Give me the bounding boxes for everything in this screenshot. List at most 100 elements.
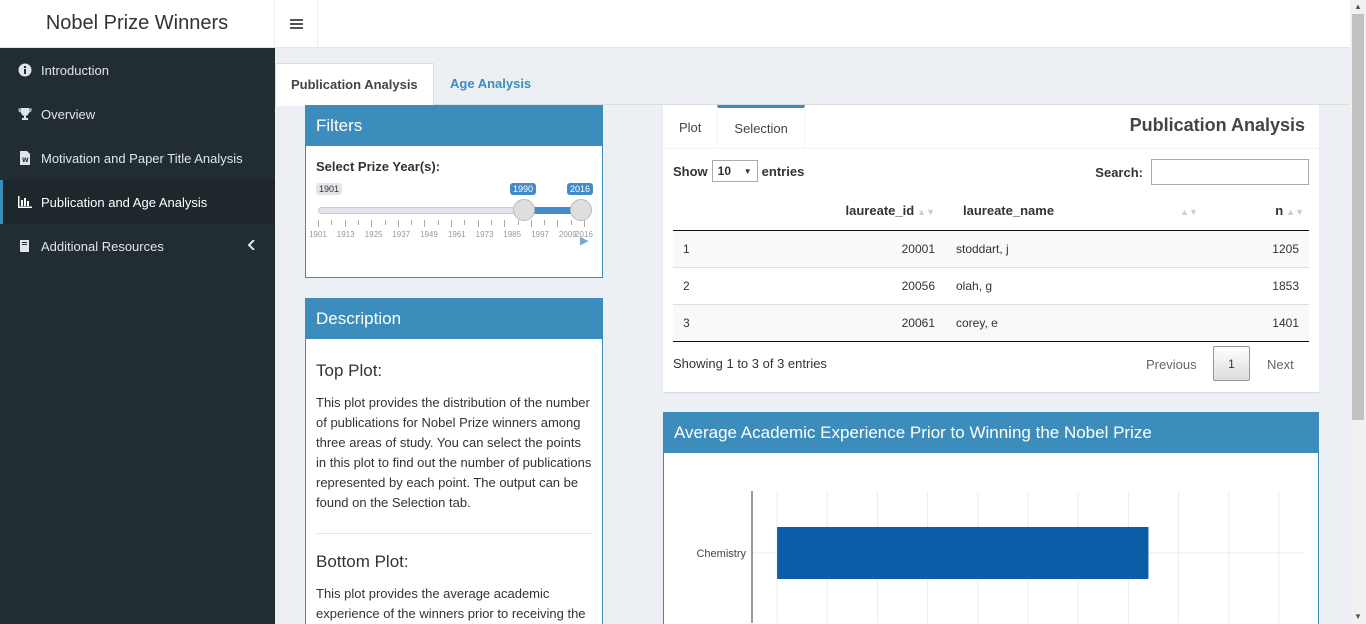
column-header-laureate-name[interactable]: laureate_name ▲▼ (953, 192, 1199, 231)
slider-tick-label: 1973 (475, 230, 494, 239)
search-input[interactable] (1151, 159, 1309, 185)
slider-tick (357, 220, 359, 225)
slider-tick (411, 220, 413, 225)
entries-select[interactable]: 10 ▼ (711, 160, 758, 182)
play-icon[interactable]: ▶ (580, 234, 588, 247)
table-cell: 2 (673, 267, 753, 305)
scroll-down-icon[interactable]: ▼ (1354, 612, 1362, 621)
sidebar-item-introduction[interactable]: Introduction (0, 48, 275, 92)
slider-tick (570, 220, 572, 225)
slider-tick (504, 220, 506, 227)
top-plot-heading: Top Plot: (316, 361, 383, 380)
table-row[interactable]: 3 20061 corey, e 1401 (673, 304, 1309, 342)
sidebar-item-motivation[interactable]: W Motivation and Paper Title Analysis (0, 136, 275, 180)
description-box: Description Top Plot: This plot provides… (305, 298, 603, 624)
tab-age-analysis[interactable]: Age Analysis (435, 63, 546, 105)
bar-chemistry[interactable] (777, 527, 1149, 579)
top-plot-text: This plot provides the distribution of t… (316, 395, 592, 510)
table-cell: 1401 (1199, 304, 1309, 342)
experience-box: Average Academic Experience Prior to Win… (663, 412, 1319, 624)
analysis-title: Publication Analysis (1129, 115, 1305, 135)
slider-from-handle[interactable] (513, 199, 535, 221)
tab-publication-analysis[interactable]: Publication Analysis (275, 63, 434, 106)
show-label: Show (673, 163, 708, 179)
table-cell: 20001 (753, 230, 953, 268)
tabs-divider (663, 148, 1319, 149)
experience-title: Average Academic Experience Prior to Win… (664, 413, 1318, 453)
top-header: Nobel Prize Winners (0, 0, 1350, 48)
slider-tick-label: 1901 (309, 230, 327, 239)
slider-tick (490, 220, 492, 225)
table-info: Showing 1 to 3 of 3 entries (673, 356, 827, 371)
page-1-button[interactable]: 1 (1213, 346, 1250, 381)
previous-page-button[interactable]: Previous (1146, 357, 1197, 372)
slider-min-label: 1901 (316, 183, 343, 195)
filters-title: Filters (306, 106, 602, 146)
tab-selection[interactable]: Selection (717, 105, 805, 149)
slider-tick (397, 220, 399, 227)
slider-tick (464, 220, 466, 225)
table-row[interactable]: 2 20056 olah, g 1853 (673, 267, 1309, 305)
slider-tick-label: 1925 (364, 230, 383, 239)
prize-year-label: Select Prize Year(s): (316, 159, 441, 174)
slider-tick-label: 1961 (447, 230, 466, 239)
slider-tick-label: 1997 (531, 230, 550, 239)
slider-to-label: 2016 (567, 183, 594, 195)
page-scrollbar[interactable]: ▲ ▼ (1350, 0, 1366, 624)
sidebar-item-label: Overview (41, 106, 96, 122)
info-circle-icon (18, 63, 32, 77)
slider-from-label: 1990 (510, 183, 537, 195)
column-header-laureate-id[interactable]: laureate_id ▲▼ (753, 192, 953, 231)
sidebar-toggle-button[interactable] (275, 0, 318, 48)
sort-icon: ▲▼ (1180, 207, 1198, 218)
length-control: Show 10 ▼ entries (673, 160, 804, 182)
entries-label: entries (761, 163, 805, 179)
next-page-button[interactable]: Next (1267, 357, 1294, 372)
slider-tick-label: 1937 (392, 230, 411, 239)
sidebar-item-label: Introduction (41, 62, 109, 78)
slider-tick (331, 220, 333, 225)
slider-tick (544, 220, 546, 225)
sidebar-item-additional-resources[interactable]: Additional Resources (0, 224, 275, 268)
table-cell: 20061 (753, 304, 953, 342)
laureate-name-header-label: laureate_name (963, 203, 1055, 219)
book-icon (18, 239, 32, 253)
sidebar-item-overview[interactable]: Overview (0, 92, 275, 136)
scrollbar-thumb[interactable] (1352, 14, 1364, 420)
table-cell: olah, g (953, 267, 1199, 305)
description-body: Top Plot: This plot provides the distrib… (306, 339, 602, 624)
analysis-tabs: Plot Selection (663, 105, 805, 149)
category-label: Chemistry (696, 548, 746, 560)
slider-tick (584, 220, 585, 227)
sort-icon: ▲▼ (917, 207, 935, 218)
sidebar-item-publication-age[interactable]: Publication and Age Analysis (0, 180, 275, 224)
table-cell: stoddart, j (953, 230, 1199, 268)
tab-plot[interactable]: Plot (663, 105, 717, 149)
scroll-up-icon[interactable]: ▲ (1354, 2, 1362, 11)
description-title: Description (306, 299, 602, 339)
slider-tick-label: 2009 (558, 230, 577, 239)
bottom-plot-heading: Bottom Plot: (316, 552, 409, 571)
table-cell: 3 (673, 304, 753, 342)
slider-to-handle[interactable] (570, 199, 592, 221)
bar-chart-icon (18, 195, 32, 209)
prize-year-slider[interactable]: 1901 1990 2016 1901 1913 1925 1937 1949 1961 1… (309, 180, 596, 240)
column-header-n[interactable]: n ▲▼ (1199, 192, 1309, 231)
slider-tick-label: 1949 (420, 230, 438, 239)
sidebar-item-label: Additional Resources (41, 238, 164, 254)
table-row[interactable]: 1 20001 stoddart, j 1205 (673, 230, 1309, 268)
chevron-left-icon (247, 239, 255, 253)
selection-table: laureate_id ▲▼ laureate_name ▲▼ n ▲▼ 1 2000… (673, 192, 1309, 342)
entries-select-value: 10 (717, 164, 732, 178)
word-file-icon: W (18, 151, 32, 165)
search-label: Search: (1095, 165, 1143, 180)
column-header-index[interactable] (673, 192, 753, 231)
slider-tick (517, 220, 519, 225)
slider-tick (477, 220, 479, 227)
hamburger-icon (289, 19, 303, 29)
slider-tick-label: 1913 (336, 230, 355, 239)
main-tabs: Publication Analysis Age Analysis (275, 63, 1350, 106)
app-title: Nobel Prize Winners (0, 0, 275, 48)
table-cell: 1853 (1199, 267, 1309, 305)
slider-tick-label: 1985 (503, 230, 522, 239)
